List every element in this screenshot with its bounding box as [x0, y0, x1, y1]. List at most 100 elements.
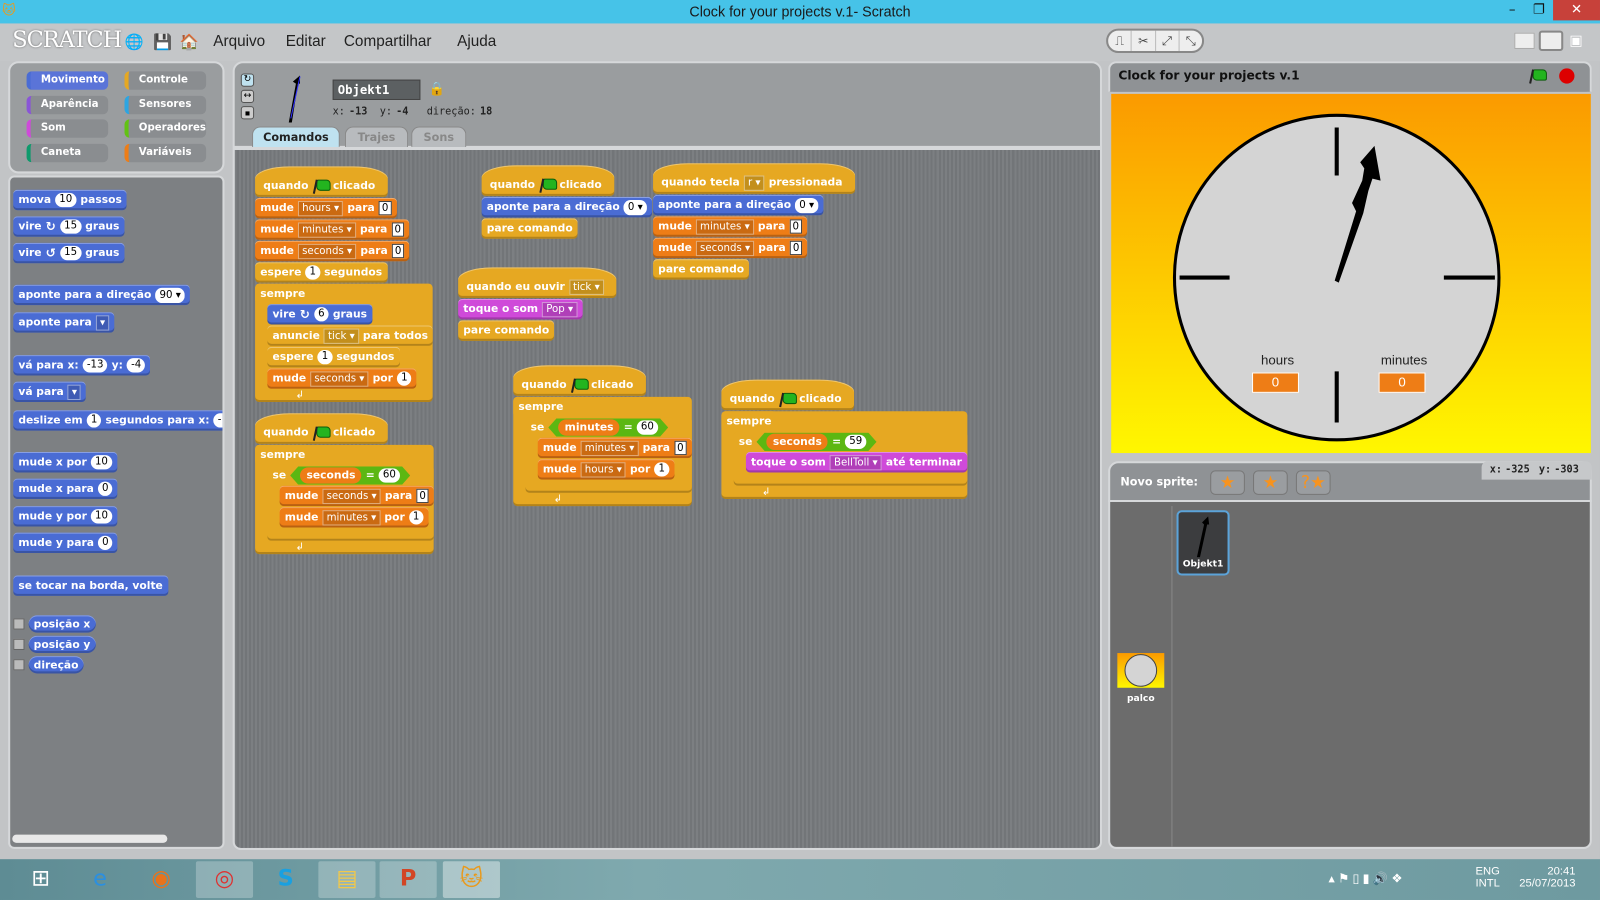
skype-icon[interactable]: S [257, 861, 314, 898]
grow-icon[interactable]: ⤢ [1156, 30, 1180, 52]
palette-scrollbar[interactable] [12, 834, 168, 843]
powerpoint-icon[interactable]: P [379, 861, 437, 898]
hat-block[interactable]: quando clicado [481, 165, 615, 196]
dropdown[interactable]: BellToll [829, 454, 882, 470]
number-input[interactable]: 10 [90, 509, 113, 524]
save-icon[interactable]: 💾 [153, 33, 172, 51]
file-explorer-icon[interactable]: ▤ [318, 861, 376, 898]
if-block[interactable]: seseconds=60mudesecondspara0mudeminutesp… [267, 465, 435, 541]
value-input[interactable]: 0 [416, 488, 429, 504]
number-input[interactable]: 1 [408, 510, 424, 525]
chrome-icon[interactable]: ◎ [195, 861, 254, 898]
command-block[interactable]: sempre [721, 411, 777, 432]
command-block[interactable]: mudeminutespara0 [255, 219, 410, 240]
palette-block[interactable]: deslize em1segundos para x:-13 [13, 410, 223, 431]
hat-block[interactable]: quando clicado [721, 379, 854, 411]
dropdown[interactable]: minutes [322, 509, 381, 525]
close-button[interactable]: ✕ [1553, 0, 1600, 21]
category-8[interactable]: Variáveis [124, 143, 207, 162]
script[interactable]: quando clicado sempre se seconds = 59 toque o s… [721, 379, 967, 500]
dropdown[interactable]: seconds [310, 370, 369, 387]
command-block[interactable]: mude secondspara0 [255, 240, 410, 262]
palette-block[interactable]: mova 10 passos [13, 189, 127, 211]
command-block[interactable]: sempre [513, 396, 569, 418]
condition-equals[interactable]: minutes = 60 [548, 418, 668, 436]
small-stage-mode-icon[interactable] [1514, 32, 1535, 49]
reporter-checkbox[interactable] [13, 659, 25, 671]
category-1[interactable]: Movimento [26, 71, 109, 90]
palette-block[interactable]: mude y por 10 [13, 506, 118, 527]
if-block[interactable]: se seconds =59 toque o somBellTollaté termi… [733, 431, 967, 486]
paint-sprite-button[interactable]: ★ [1210, 470, 1245, 495]
direction-dropdown[interactable]: 0 [623, 199, 647, 215]
windows-start-icon[interactable]: ⊞ [12, 861, 69, 898]
palette-block[interactable]: vá para x: -13 y: -4 [13, 355, 151, 376]
dropdown[interactable]: tick [323, 328, 359, 344]
script[interactable]: quando clicado sempre se seconds = 60 mude secon… [255, 413, 435, 555]
palette-block[interactable]: mude x para 0 [13, 478, 118, 499]
menu-arquivo[interactable]: Arquivo [213, 33, 265, 50]
command-block[interactable]: mudeminutespara0 [653, 216, 808, 237]
command-block[interactable]: mudeminutespor1 [279, 507, 429, 528]
stage[interactable]: hours 0 minutes 0 [1111, 93, 1591, 454]
rotate-style-icon[interactable]: ↻ [240, 73, 255, 87]
command-block[interactable]: pare comando [481, 218, 578, 239]
command-block[interactable]: mude hourspara0 [255, 197, 397, 219]
dropdown[interactable]: hours [580, 461, 626, 478]
number-input[interactable]: 15 [60, 245, 82, 261]
command-block[interactable]: aponte para a direção 0 [481, 196, 652, 218]
command-block[interactable]: sempre [255, 283, 311, 305]
hat-block[interactable]: quando clicado [255, 413, 388, 444]
script[interactable]: quando teclarpressionadaaponte para a di… [653, 163, 855, 280]
no-rotate-icon[interactable]: ▪ [240, 106, 255, 120]
duplicate-stamp-icon[interactable]: ⎍ [1108, 30, 1132, 52]
clock[interactable]: 20:41 25/07/2013 [1516, 865, 1575, 889]
number-input[interactable]: 1 [305, 265, 321, 280]
reporter-block[interactable]: posição x [28, 615, 96, 633]
tab-trajes[interactable]: Trajes [344, 126, 409, 147]
presentation-mode-icon[interactable]: ▣ [1569, 33, 1583, 49]
category-7[interactable]: Caneta [26, 143, 109, 162]
delete-scissors-icon[interactable]: ✂ [1132, 30, 1156, 52]
dropdown[interactable]: minutes [695, 218, 754, 235]
dropdown[interactable]: hours [298, 200, 344, 216]
dropdown[interactable]: seconds [695, 240, 755, 256]
palette-block[interactable]: vire ↻ 15 graus [13, 216, 125, 237]
number-input[interactable]: 0 [98, 535, 113, 550]
restore-button[interactable]: ❐ [1524, 0, 1553, 20]
command-block[interactable]: mudesecondspor1 [267, 368, 417, 389]
random-sprite-button[interactable]: ?★ [1295, 470, 1331, 495]
hat-block[interactable]: quando teclarpressionada [653, 163, 855, 194]
number-input[interactable]: 60 [637, 420, 658, 434]
sprite-name-input[interactable]: Objekt1 [332, 79, 421, 100]
clock-hand-sprite[interactable] [1315, 140, 1397, 288]
share-icon[interactable]: 🏠 [180, 33, 199, 51]
category-5[interactable]: Som [26, 119, 109, 138]
scratch-icon[interactable]: 🐱 [442, 861, 500, 898]
command-block[interactable]: se seconds = 59 [733, 431, 882, 453]
number-input[interactable]: 59 [845, 435, 866, 449]
dropdown[interactable]: minutes [580, 440, 639, 456]
firefox-icon[interactable]: ◉ [133, 861, 190, 898]
minimize-button[interactable]: – [1498, 0, 1527, 20]
dropdown[interactable]: seconds [298, 243, 357, 259]
reporter-checkbox[interactable] [13, 618, 25, 630]
menu-compartilhar[interactable]: Compartilhar [344, 33, 432, 50]
lock-icon[interactable]: 🔒 [429, 82, 446, 97]
condition-equals[interactable]: seconds = 60 [290, 466, 410, 484]
command-block[interactable]: toque o somBellTollaté terminar [745, 452, 967, 473]
script[interactable]: quando eu ouvirticktoque o somPoppare co… [458, 267, 617, 341]
globe-icon[interactable]: 🌐 [124, 33, 143, 51]
palette-block[interactable]: aponte para [13, 312, 115, 333]
tray-icons[interactable]: ▴ ⚑ ▯ ▮ 🔊 ❖ [1329, 871, 1403, 885]
palette-block[interactable]: aponte para a direção 90 [13, 284, 191, 306]
value-input[interactable]: 0 [378, 201, 392, 216]
number-input[interactable]: 1 [86, 413, 102, 428]
dropdown[interactable] [67, 384, 82, 400]
hat-block[interactable]: quando eu ouvir tick [458, 267, 617, 298]
dropdown[interactable]: seconds [322, 488, 381, 504]
number-input[interactable]: 15 [60, 219, 82, 234]
command-block[interactable]: toque o som Pop [458, 298, 583, 320]
hat-block[interactable]: quando clicado [513, 365, 646, 396]
category-6[interactable]: Operadores [124, 119, 207, 138]
